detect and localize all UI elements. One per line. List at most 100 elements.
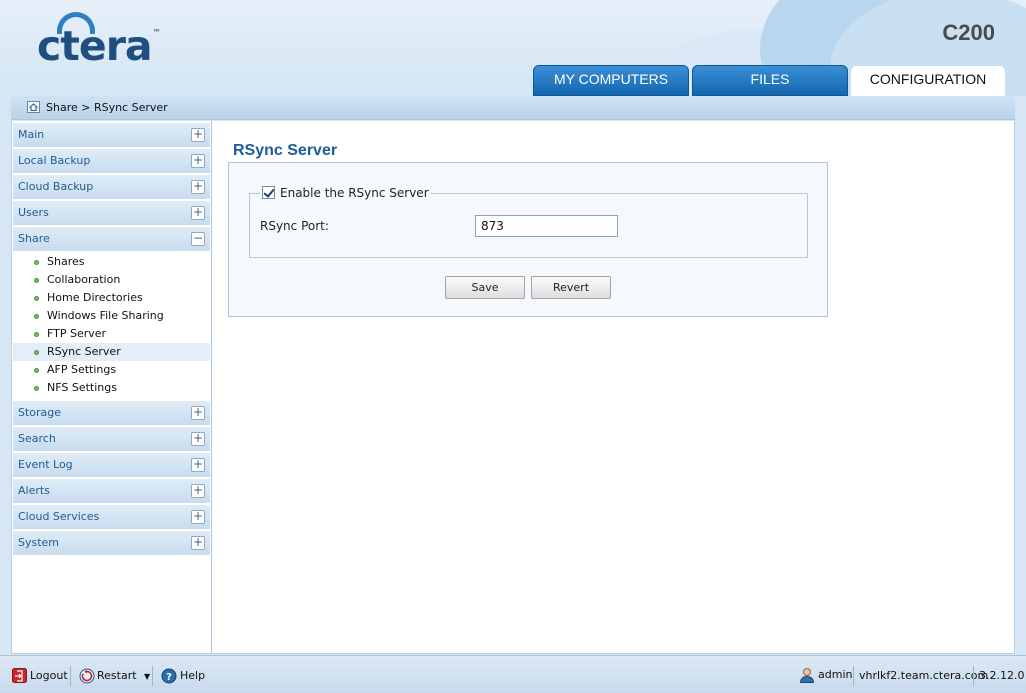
collapse-icon[interactable]: − bbox=[191, 232, 205, 246]
expand-icon[interactable]: + bbox=[191, 432, 205, 446]
settings-panel: Enable the RSync Server RSync Port: Save… bbox=[228, 162, 828, 317]
item-label: Collaboration bbox=[47, 273, 121, 286]
expand-icon[interactable]: + bbox=[191, 154, 205, 168]
sidebar-item-nfs-settings[interactable]: NFS Settings bbox=[13, 379, 210, 397]
logout-button[interactable]: Logout bbox=[12, 668, 68, 684]
section-label: System bbox=[18, 536, 60, 549]
content-pane: RSync Server Enable the RSync Server RSy… bbox=[228, 121, 1008, 641]
sidebar-section-share[interactable]: Share − bbox=[13, 227, 210, 251]
restart-label: Restart bbox=[97, 669, 137, 682]
ctera-logo: ctera™ bbox=[37, 22, 161, 70]
section-label: Local Backup bbox=[18, 154, 91, 167]
item-label: Shares bbox=[47, 255, 85, 268]
sidebar-section-cloud-services[interactable]: Cloud Services + bbox=[13, 505, 210, 529]
sidebar-item-windows-file-sharing[interactable]: Windows File Sharing bbox=[13, 307, 210, 325]
expand-icon[interactable]: + bbox=[191, 128, 205, 142]
sidebar-item-home-directories[interactable]: Home Directories bbox=[13, 289, 210, 307]
sidebar: Main + Local Backup + Cloud Backup + Users +… bbox=[12, 121, 212, 653]
restart-menu-button[interactable]: Restart ▼ bbox=[79, 668, 150, 684]
save-button[interactable]: Save bbox=[445, 276, 525, 299]
footer-divider bbox=[853, 666, 854, 686]
rsync-port-input[interactable] bbox=[475, 215, 618, 237]
section-label: Alerts bbox=[18, 484, 50, 497]
sidebar-item-ftp-server[interactable]: FTP Server bbox=[13, 325, 210, 343]
enable-rsync-label: Enable the RSync Server bbox=[280, 186, 429, 200]
rsync-port-label: RSync Port: bbox=[260, 219, 329, 233]
chevron-down-icon: ▼ bbox=[144, 672, 151, 681]
footer-divider bbox=[152, 666, 153, 686]
sidebar-section-users[interactable]: Users + bbox=[13, 201, 210, 225]
item-label: NFS Settings bbox=[47, 381, 117, 394]
bullet-icon bbox=[34, 368, 39, 373]
bullet-icon bbox=[34, 314, 39, 319]
breadcrumb-text: Share > RSync Server bbox=[46, 101, 168, 114]
device-model: C200 bbox=[942, 20, 995, 45]
share-submenu: Shares Collaboration Home Directories Wi… bbox=[12, 251, 211, 399]
sidebar-item-afp-settings[interactable]: AFP Settings bbox=[13, 361, 210, 379]
sidebar-item-collaboration[interactable]: Collaboration bbox=[13, 271, 210, 289]
section-label: Cloud Services bbox=[18, 510, 100, 523]
user-menu[interactable]: admin bbox=[799, 667, 852, 683]
section-label: Search bbox=[18, 432, 56, 445]
expand-icon[interactable]: + bbox=[191, 406, 205, 420]
sidebar-section-event-log[interactable]: Event Log + bbox=[13, 453, 210, 477]
bullet-icon bbox=[34, 296, 39, 301]
svg-text:?: ? bbox=[166, 672, 172, 683]
tab-configuration[interactable]: CONFIGURATION bbox=[850, 65, 1006, 96]
bullet-icon bbox=[34, 260, 39, 265]
footer-divider bbox=[973, 666, 974, 686]
sidebar-section-search[interactable]: Search + bbox=[13, 427, 210, 451]
logout-label: Logout bbox=[30, 669, 68, 682]
item-label: Windows File Sharing bbox=[47, 309, 164, 322]
bullet-icon bbox=[34, 278, 39, 283]
revert-button[interactable]: Revert bbox=[531, 276, 611, 299]
help-icon: ? bbox=[161, 668, 177, 684]
bullet-icon bbox=[34, 386, 39, 391]
item-label: Home Directories bbox=[47, 291, 143, 304]
username: admin bbox=[818, 668, 853, 681]
sidebar-section-alerts[interactable]: Alerts + bbox=[13, 479, 210, 503]
expand-icon[interactable]: + bbox=[191, 458, 205, 472]
expand-icon[interactable]: + bbox=[191, 180, 205, 194]
sidebar-section-cloud-backup[interactable]: Cloud Backup + bbox=[13, 175, 210, 199]
breadcrumb: Share > RSync Server bbox=[11, 96, 1015, 120]
help-label: Help bbox=[180, 669, 206, 682]
expand-icon[interactable]: + bbox=[191, 536, 205, 550]
rsync-fieldset: Enable the RSync Server RSync Port: bbox=[249, 185, 808, 258]
page-title: RSync Server bbox=[233, 142, 338, 159]
bullet-icon bbox=[34, 350, 39, 355]
item-label: FTP Server bbox=[47, 327, 107, 340]
home-icon[interactable] bbox=[27, 101, 40, 113]
sidebar-item-rsync-server[interactable]: RSync Server bbox=[13, 343, 210, 361]
sidebar-section-local-backup[interactable]: Local Backup + bbox=[13, 149, 210, 173]
app-header: ctera™ C200 MY COMPUTERS FILES CONFIGURA… bbox=[0, 0, 1026, 96]
bullet-icon bbox=[34, 332, 39, 337]
sidebar-section-storage[interactable]: Storage + bbox=[13, 401, 210, 425]
section-label: Share bbox=[18, 232, 50, 245]
hostname: vhrlkf2.team.ctera.com bbox=[859, 669, 989, 682]
status-bar: Logout Restart ▼ ? Help admin vhrlkf2.te… bbox=[0, 655, 1026, 693]
sidebar-section-system[interactable]: System + bbox=[13, 531, 210, 555]
item-label: RSync Server bbox=[47, 345, 121, 358]
user-icon bbox=[799, 668, 815, 683]
section-label: Event Log bbox=[18, 458, 73, 471]
sidebar-section-main[interactable]: Main + bbox=[13, 123, 210, 147]
section-label: Cloud Backup bbox=[18, 180, 94, 193]
logout-icon bbox=[12, 668, 27, 683]
help-button[interactable]: ? Help bbox=[161, 668, 205, 684]
tab-files[interactable]: FILES bbox=[692, 65, 848, 96]
section-label: Main bbox=[18, 128, 45, 141]
expand-icon[interactable]: + bbox=[191, 206, 205, 220]
footer-divider bbox=[70, 666, 71, 686]
restart-icon bbox=[79, 668, 95, 684]
enable-rsync-checkbox[interactable] bbox=[262, 186, 275, 199]
item-label: AFP Settings bbox=[47, 363, 117, 376]
tab-my-computers[interactable]: MY COMPUTERS bbox=[533, 65, 689, 96]
section-label: Storage bbox=[18, 406, 62, 419]
expand-icon[interactable]: + bbox=[191, 484, 205, 498]
sidebar-item-shares[interactable]: Shares bbox=[13, 253, 210, 271]
expand-icon[interactable]: + bbox=[191, 510, 205, 524]
main-area: Main + Local Backup + Cloud Backup + Users +… bbox=[11, 121, 1015, 654]
enable-rsync-legend: Enable the RSync Server bbox=[260, 185, 431, 201]
section-label: Users bbox=[18, 206, 49, 219]
